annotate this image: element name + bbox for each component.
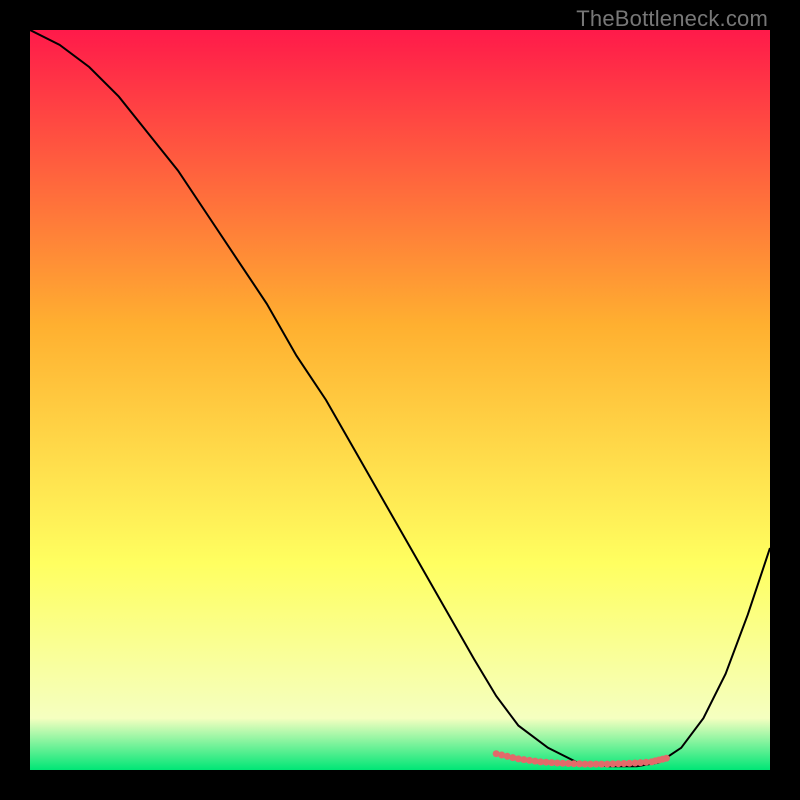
- chart-frame: TheBottleneck.com: [0, 0, 800, 800]
- highlight-dot: [663, 755, 670, 762]
- chart-svg: [30, 30, 770, 770]
- watermark-text: TheBottleneck.com: [576, 6, 768, 32]
- plot-area: [30, 30, 770, 770]
- gradient-background: [30, 30, 770, 770]
